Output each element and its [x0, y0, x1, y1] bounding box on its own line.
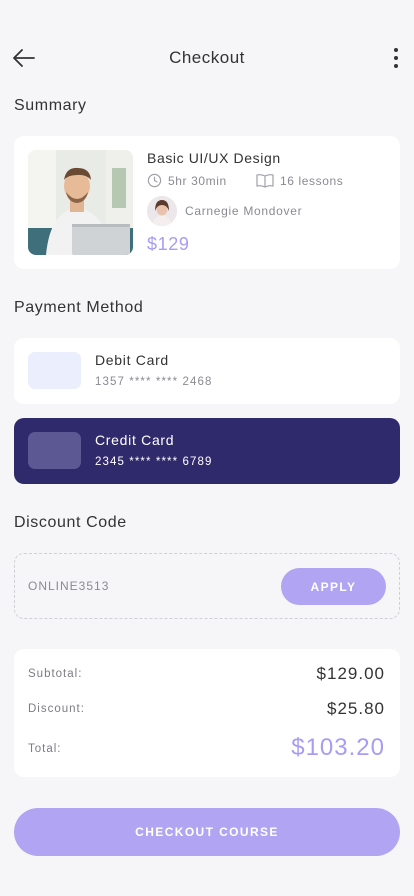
course-thumbnail: [28, 150, 133, 255]
clock-icon: [147, 173, 162, 188]
summary-heading: Summary: [14, 97, 87, 114]
subtotal-value: $129.00: [316, 664, 385, 683]
payment-method-heading: Payment Method: [14, 299, 144, 316]
course-lessons: 16 lessons: [256, 173, 343, 188]
subtotal-label: Subtotal:: [28, 668, 83, 680]
payment-name: Credit Card: [95, 432, 175, 448]
apply-button[interactable]: APPLY: [281, 568, 386, 605]
checkout-button[interactable]: CHECKOUT COURSE: [14, 808, 400, 856]
payment-name: Debit Card: [95, 352, 169, 368]
course-duration: 5hr 30min: [147, 173, 227, 188]
instructor: Carnegie Mondover: [147, 196, 302, 226]
course-summary-card[interactable]: Basic UI/UX Design 5hr 30min 16 lessons: [14, 136, 400, 269]
duration-text: 5hr 30min: [168, 173, 227, 188]
discount-code-box: APPLY: [14, 553, 400, 619]
avatar: [147, 196, 177, 226]
discount-code-input[interactable]: [28, 576, 268, 596]
course-name: Basic UI/UX Design: [147, 150, 281, 166]
lessons-text: 16 lessons: [280, 173, 344, 188]
discount-value: $25.80: [327, 699, 385, 718]
page-title: Checkout: [169, 48, 245, 67]
payment-option-debit-card[interactable]: Debit Card 1357 **** **** 2468: [14, 338, 400, 404]
checkout-screen: Checkout Summary Basic UI/UX Design 5hr …: [0, 0, 414, 896]
total-value: $103.20: [291, 734, 385, 761]
discount-label: Discount:: [28, 703, 85, 715]
order-totals-card: Subtotal: $129.00 Discount: $25.80 Total…: [14, 649, 400, 777]
course-price: $129: [147, 234, 190, 254]
discount-code-heading: Discount Code: [14, 514, 127, 531]
payment-option-credit-card[interactable]: Credit Card 2345 **** **** 6789: [14, 418, 400, 484]
header: Checkout: [0, 40, 414, 76]
more-options-button[interactable]: [384, 42, 408, 74]
card-icon: [28, 352, 81, 389]
total-label: Total:: [28, 743, 62, 755]
book-icon: [256, 174, 274, 188]
payment-card-number: 1357 **** **** 2468: [95, 376, 213, 388]
instructor-name: Carnegie Mondover: [185, 204, 303, 218]
card-icon: [28, 432, 81, 469]
payment-card-number: 2345 **** **** 6789: [95, 456, 213, 468]
more-vertical-icon: [394, 48, 398, 52]
